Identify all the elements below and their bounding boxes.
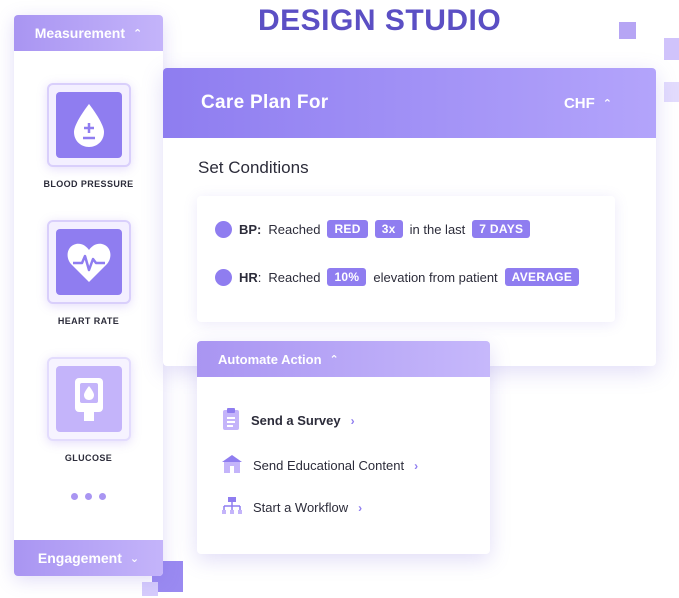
school-building-icon bbox=[221, 454, 243, 477]
metric-tile bbox=[46, 83, 131, 167]
automate-action-panel: Automate Action ⌃ Send a Survey › Send E… bbox=[197, 341, 490, 554]
condition-text: Reached bbox=[268, 269, 321, 285]
condition-pill[interactable]: 7 DAYS bbox=[472, 220, 531, 238]
action-label: Send Educational Content bbox=[253, 458, 405, 473]
chevron-up-icon: ⌃ bbox=[329, 353, 339, 366]
decor-square bbox=[664, 82, 679, 102]
blood-drop-icon bbox=[55, 92, 122, 158]
condition-pill[interactable]: 3x bbox=[374, 220, 403, 238]
set-conditions-heading: Set Conditions bbox=[198, 158, 309, 177]
condition-code: CHF bbox=[563, 94, 595, 112]
decor-square bbox=[664, 38, 679, 60]
metric-label: HEART RATE bbox=[57, 316, 120, 326]
metric-blood-pressure[interactable]: BLOOD PRESSURE bbox=[14, 83, 163, 189]
workflow-tree-icon bbox=[221, 496, 243, 519]
action-send-survey[interactable]: Send a Survey › bbox=[221, 407, 355, 434]
metric-tile bbox=[46, 220, 131, 304]
action-label: Start a Workflow bbox=[253, 500, 349, 515]
chevron-right-icon: › bbox=[350, 413, 355, 428]
measurement-sidebar: Measurement ⌃ BLOOD PRESSURE HEART RATE … bbox=[14, 15, 163, 576]
metric-label: BLOOD PRESSURE bbox=[43, 179, 134, 189]
chevron-down-icon: ⌄ bbox=[129, 552, 140, 565]
action-start-workflow[interactable]: Start a Workflow › bbox=[221, 496, 362, 519]
automate-action-label: Automate Action bbox=[218, 351, 322, 367]
condition-row-hr: HR: Reached 10% elevation from patient A… bbox=[215, 268, 580, 286]
chevron-right-icon: › bbox=[414, 458, 419, 473]
measurement-label: Measurement bbox=[34, 25, 126, 41]
condition-text: Reached bbox=[268, 221, 321, 237]
chevron-right-icon: › bbox=[358, 500, 363, 515]
engagement-label: Engagement bbox=[37, 550, 122, 566]
condition-row-bp: BP: Reached RED 3x in the last 7 DAYS bbox=[215, 220, 531, 238]
condition-pill[interactable]: RED bbox=[327, 220, 368, 238]
heart-pulse-icon bbox=[55, 229, 122, 295]
condition-text: elevation from patient bbox=[373, 269, 498, 285]
decor-square bbox=[619, 22, 636, 39]
action-send-educational-content[interactable]: Send Educational Content › bbox=[221, 454, 418, 477]
condition-pill[interactable]: AVERAGE bbox=[504, 268, 580, 286]
glucose-meter-icon bbox=[55, 366, 122, 432]
chevron-up-icon: ⌃ bbox=[602, 97, 612, 110]
conditions-box: BP: Reached RED 3x in the last 7 DAYS HR… bbox=[197, 196, 615, 322]
measurement-toggle[interactable]: Measurement ⌃ bbox=[14, 15, 163, 51]
automate-action-toggle[interactable]: Automate Action ⌃ bbox=[197, 341, 490, 377]
metric-glucose[interactable]: GLUCOSE bbox=[14, 357, 163, 463]
metric-label: GLUCOSE bbox=[64, 453, 113, 463]
condition-key: HR bbox=[239, 269, 258, 285]
condition-text: in the last bbox=[409, 221, 466, 237]
condition-selector[interactable]: CHF ⌃ bbox=[564, 95, 612, 112]
condition-pill[interactable]: 10% bbox=[327, 268, 367, 286]
decor-square bbox=[142, 582, 158, 596]
care-plan-header: Care Plan For CHF ⌃ bbox=[163, 68, 656, 138]
brand-title: DESIGN STUDIO bbox=[258, 4, 502, 37]
metric-tile bbox=[46, 357, 131, 441]
care-plan-title: Care Plan For bbox=[201, 92, 329, 113]
chevron-up-icon: ⌃ bbox=[133, 27, 143, 40]
survey-clipboard-icon bbox=[221, 407, 241, 434]
care-plan-panel: Care Plan For CHF ⌃ Set Conditions BP: R… bbox=[163, 68, 656, 366]
engagement-toggle[interactable]: Engagement ⌄ bbox=[14, 540, 163, 576]
metric-heart-rate[interactable]: HEART RATE bbox=[14, 220, 163, 326]
bullet-icon bbox=[215, 268, 232, 286]
more-dots-icon[interactable] bbox=[14, 493, 163, 500]
condition-key: BP: bbox=[239, 221, 262, 237]
condition-sep: : bbox=[257, 269, 262, 285]
bullet-icon bbox=[215, 220, 232, 238]
action-label: Send a Survey bbox=[251, 413, 341, 428]
